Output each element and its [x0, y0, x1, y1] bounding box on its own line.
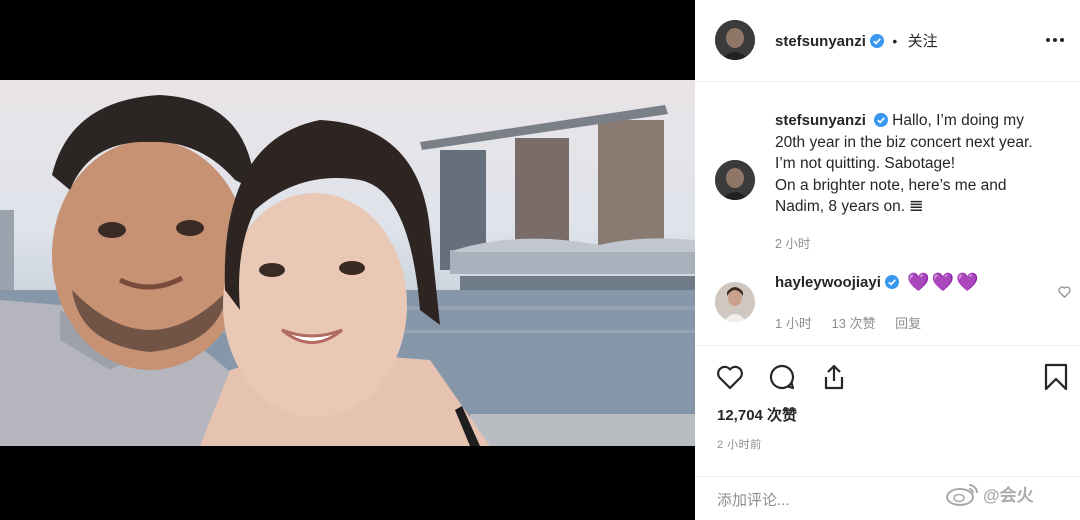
comment-likes[interactable]: 13 次赞	[831, 316, 875, 331]
comment-icon[interactable]	[767, 362, 797, 392]
caption-line-5: Nadim, 8 years on. 𝌆	[775, 198, 924, 215]
caption-line-3: I’m not quitting. Sabotage!	[775, 155, 956, 172]
post-media	[0, 0, 695, 520]
verified-badge-icon	[884, 275, 899, 289]
comment-like-heart-icon[interactable]	[1057, 284, 1072, 299]
caption-line-2: 20th year in the biz concert next year.	[775, 133, 1033, 151]
post-actions: 12,704 次赞 2 小时前 添加评论... @会火	[695, 345, 1080, 520]
add-comment-bar: 添加评论... @会火	[695, 476, 1080, 520]
caption-line-4: On a brighter note, here’s me and	[775, 176, 1007, 194]
author-avatar-image	[715, 20, 755, 60]
heart-icon[interactable]	[715, 362, 745, 392]
verified-badge-icon	[873, 113, 888, 127]
caption-username[interactable]: stefsunyanzi	[775, 112, 866, 129]
post-header: stefsunyanzi • 关注	[695, 0, 1080, 82]
comment-timestamp[interactable]: 1 小时	[775, 316, 812, 331]
post-sidebar: stefsunyanzi • 关注 stefsunyanzi Hallo, I’…	[695, 0, 1080, 520]
comment-input[interactable]: 添加评论...	[717, 489, 790, 510]
comment-item: hayleywoojiayi 💜💜💜	[775, 272, 980, 293]
comment-meta: 1 小时 13 次赞 回复	[775, 313, 937, 332]
caption-timestamp[interactable]: 2 小时	[775, 233, 810, 252]
more-options-icon[interactable]	[1044, 30, 1066, 50]
weibo-logo-icon	[946, 484, 978, 506]
author-username[interactable]: stefsunyanzi	[775, 33, 866, 50]
post-timestamp[interactable]: 2 小时前	[717, 436, 762, 452]
separator-dot: •	[892, 33, 898, 49]
post-photo[interactable]	[0, 80, 695, 446]
follow-button[interactable]: 关注	[908, 33, 938, 50]
caption-line-1: Hallo, I’m doing my	[892, 112, 1024, 129]
comment-text: 💜💜💜	[907, 272, 981, 292]
share-icon[interactable]	[819, 362, 849, 392]
commenter-avatar-image	[715, 282, 755, 322]
weibo-watermark: @会火	[945, 481, 1034, 507]
author-avatar[interactable]	[715, 20, 755, 60]
reply-button[interactable]: 回复	[895, 316, 921, 331]
selfie-image	[0, 95, 695, 446]
verified-badge-icon	[869, 34, 884, 48]
bookmark-icon[interactable]	[1041, 362, 1071, 392]
commenter-username[interactable]: hayleywoojiayi	[775, 274, 881, 291]
header-meta: stefsunyanzi • 关注	[775, 30, 938, 51]
watermark-text: @会火	[983, 486, 1034, 505]
caption-avatar-image	[715, 160, 755, 200]
instagram-post-view: stefsunyanzi • 关注 stefsunyanzi Hallo, I’…	[0, 0, 1080, 520]
caption-avatar[interactable]	[715, 160, 755, 200]
commenter-avatar[interactable]	[715, 282, 755, 322]
likes-count[interactable]: 12,704 次赞	[717, 404, 797, 425]
post-caption: stefsunyanzi Hallo, I’m doing my 20th ye…	[775, 110, 1070, 218]
